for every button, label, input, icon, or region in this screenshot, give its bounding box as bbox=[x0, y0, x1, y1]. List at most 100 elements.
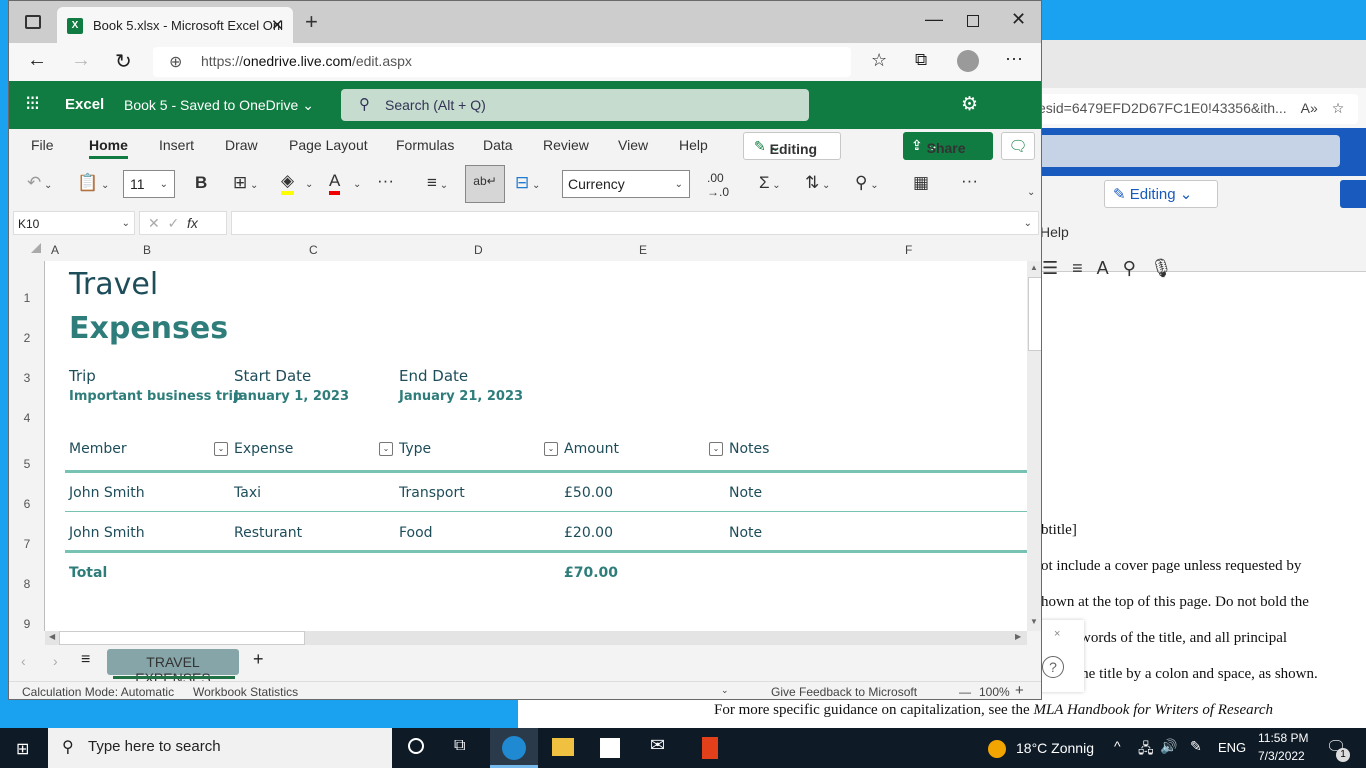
column-header[interactable]: B bbox=[143, 243, 151, 257]
word-editing-button[interactable]: ✎ Editing ⌄ bbox=[1104, 180, 1218, 208]
tab-review[interactable]: Review bbox=[543, 137, 589, 153]
bold-icon[interactable]: B bbox=[195, 173, 207, 193]
fill-color-dropdown[interactable]: ⌄ bbox=[305, 179, 313, 190]
back-icon[interactable]: ← bbox=[27, 49, 47, 72]
minimize-icon[interactable]: — bbox=[925, 9, 943, 30]
number-format-select[interactable]: Currency ⌄ bbox=[562, 170, 690, 198]
cell-expense[interactable]: Resturant bbox=[234, 525, 302, 541]
align-icon[interactable]: ≡ bbox=[1072, 258, 1097, 278]
spreadsheet-grid[interactable]: Travel Expenses Trip Important business … bbox=[45, 261, 1027, 631]
volume-icon[interactable]: 🔊 bbox=[1160, 738, 1177, 755]
tab-view[interactable]: View bbox=[618, 137, 648, 153]
tab-data[interactable]: Data bbox=[483, 137, 513, 153]
styles-icon[interactable]: A bbox=[1097, 258, 1123, 278]
cell-type[interactable]: Food bbox=[399, 525, 433, 541]
undo-icon[interactable]: ↶ ⌄ bbox=[27, 173, 52, 193]
row-header[interactable]: 6 bbox=[9, 497, 45, 511]
row-header[interactable]: 7 bbox=[9, 537, 45, 551]
sheet-title-line1[interactable]: Travel bbox=[69, 267, 158, 302]
tab-file[interactable]: File bbox=[31, 137, 54, 153]
refresh-icon[interactable]: ↻ bbox=[115, 49, 132, 74]
document-title[interactable]: Book 5 - Saved to OneDrive ⌄ bbox=[124, 97, 314, 114]
task-view-icon[interactable]: ⧉ bbox=[454, 737, 465, 755]
scroll-up-icon[interactable]: ▲ bbox=[1030, 263, 1038, 272]
language-indicator[interactable]: ENG bbox=[1218, 740, 1246, 755]
select-all-corner[interactable] bbox=[31, 243, 41, 253]
row-header[interactable]: 9 bbox=[9, 617, 45, 631]
filter-dropdown-icon[interactable]: ⌄ bbox=[544, 442, 558, 456]
column-header[interactable]: D bbox=[474, 243, 483, 257]
favorites-icon[interactable]: ☆ bbox=[871, 50, 887, 71]
font-size-select[interactable]: 11 ⌄ bbox=[123, 170, 175, 198]
word-menu-help[interactable]: Help bbox=[1040, 224, 1069, 240]
merge-center-icon[interactable]: ⊟ ⌄ bbox=[515, 173, 540, 193]
zoom-level[interactable]: 100% bbox=[979, 685, 1010, 699]
pen-icon[interactable]: ✎ bbox=[1190, 738, 1202, 755]
edge-taskbar-icon[interactable] bbox=[490, 728, 538, 768]
browser-menu-icon[interactable]: ··· bbox=[1005, 48, 1023, 69]
word-share-button[interactable] bbox=[1340, 180, 1366, 208]
tab-home[interactable]: Home bbox=[89, 137, 128, 159]
cell-notes[interactable]: Note bbox=[729, 525, 762, 541]
fill-color-icon[interactable]: ◈ bbox=[281, 171, 295, 195]
paste-icon[interactable]: 📋 ⌄ bbox=[77, 173, 109, 193]
status-expand-icon[interactable]: ⌄ bbox=[721, 685, 729, 696]
find-icon[interactable]: ⚲ ⌄ bbox=[855, 173, 879, 193]
more-ribbon-icon[interactable]: ··· bbox=[961, 171, 978, 191]
column-header[interactable]: E bbox=[639, 243, 647, 257]
scroll-right-icon[interactable]: ▶ bbox=[1015, 632, 1021, 641]
help-icon[interactable]: ? bbox=[1042, 656, 1064, 678]
next-sheet-icon[interactable]: › bbox=[53, 653, 58, 669]
borders-icon[interactable]: ⊞ ⌄ bbox=[233, 173, 258, 193]
maximize-icon[interactable] bbox=[967, 15, 979, 27]
tab-help[interactable]: Help bbox=[679, 137, 708, 153]
close-window-icon[interactable]: ✕ bbox=[1011, 9, 1026, 30]
zoom-in-button[interactable]: + bbox=[1015, 682, 1024, 699]
more-font-options-icon[interactable]: ··· bbox=[377, 171, 394, 191]
tab-formulas[interactable]: Formulas bbox=[396, 137, 454, 153]
filter-dropdown-icon[interactable]: ⌄ bbox=[709, 442, 723, 456]
row-header[interactable]: 2 bbox=[9, 331, 45, 345]
cortana-icon[interactable] bbox=[408, 738, 424, 754]
total-value[interactable]: £70.00 bbox=[564, 565, 618, 581]
trip-label[interactable]: Trip bbox=[69, 367, 96, 385]
row-header[interactable]: 8 bbox=[9, 577, 45, 591]
accept-formula-icon[interactable]: ✓ bbox=[168, 215, 180, 231]
office-icon[interactable] bbox=[702, 737, 718, 759]
close-icon[interactable]: × bbox=[1054, 628, 1060, 640]
tab-draw[interactable]: Draw bbox=[225, 137, 258, 153]
comments-icon[interactable]: 🗨 bbox=[1001, 132, 1035, 160]
word-url-field[interactable]: esid=6479EFD2D67FC1E0!43356&ith... A» ☆ bbox=[1028, 94, 1358, 124]
decrease-decimal-icon[interactable]: .00 →.0 bbox=[707, 171, 729, 199]
table-header-notes[interactable]: Notes bbox=[729, 441, 769, 457]
expand-ribbon-icon[interactable]: ⌄ bbox=[1027, 187, 1035, 198]
app-name[interactable]: Excel bbox=[65, 96, 104, 113]
vertical-scrollbar[interactable]: ▲ ▼ bbox=[1027, 261, 1041, 631]
end-date-label[interactable]: End Date bbox=[399, 367, 468, 385]
horizontal-scroll-thumb[interactable] bbox=[59, 631, 305, 645]
tab-page-layout[interactable]: Page Layout bbox=[289, 137, 368, 153]
start-date-label[interactable]: Start Date bbox=[234, 367, 311, 385]
feedback-link[interactable]: Give Feedback to Microsoft bbox=[771, 685, 917, 699]
calculation-mode[interactable]: Calculation Mode: Automatic bbox=[22, 685, 174, 699]
row-header[interactable]: 5 bbox=[9, 457, 45, 471]
cell-amount[interactable]: £50.00 bbox=[564, 485, 613, 501]
add-sheet-button[interactable]: + bbox=[253, 649, 264, 670]
network-icon[interactable]: 🖧 bbox=[1138, 738, 1154, 762]
autosum-icon[interactable]: Σ ⌄ bbox=[759, 173, 781, 193]
workbook-statistics[interactable]: Workbook Statistics bbox=[193, 685, 298, 699]
analyze-data-icon[interactable]: ▦ bbox=[913, 173, 929, 193]
column-header[interactable]: F bbox=[905, 243, 912, 257]
cancel-formula-icon[interactable]: ✕ bbox=[148, 215, 160, 231]
clock-date[interactable]: 7/3/2022 bbox=[1258, 749, 1305, 763]
cell-amount[interactable]: £20.00 bbox=[564, 525, 613, 541]
wrap-text-button[interactable]: ab↵ bbox=[465, 165, 505, 203]
row-header[interactable]: 1 bbox=[9, 291, 45, 305]
site-info-icon[interactable]: ⊕ bbox=[169, 52, 182, 72]
name-box[interactable]: K10 ⌄ bbox=[13, 211, 135, 235]
column-header[interactable]: A bbox=[51, 243, 59, 257]
cell-notes[interactable]: Note bbox=[729, 485, 762, 501]
horizontal-scrollbar[interactable]: ◀ ▶ bbox=[45, 631, 1027, 645]
dictate-icon[interactable]: 🎙 bbox=[1150, 258, 1187, 278]
font-color-dropdown[interactable]: ⌄ bbox=[353, 179, 361, 190]
